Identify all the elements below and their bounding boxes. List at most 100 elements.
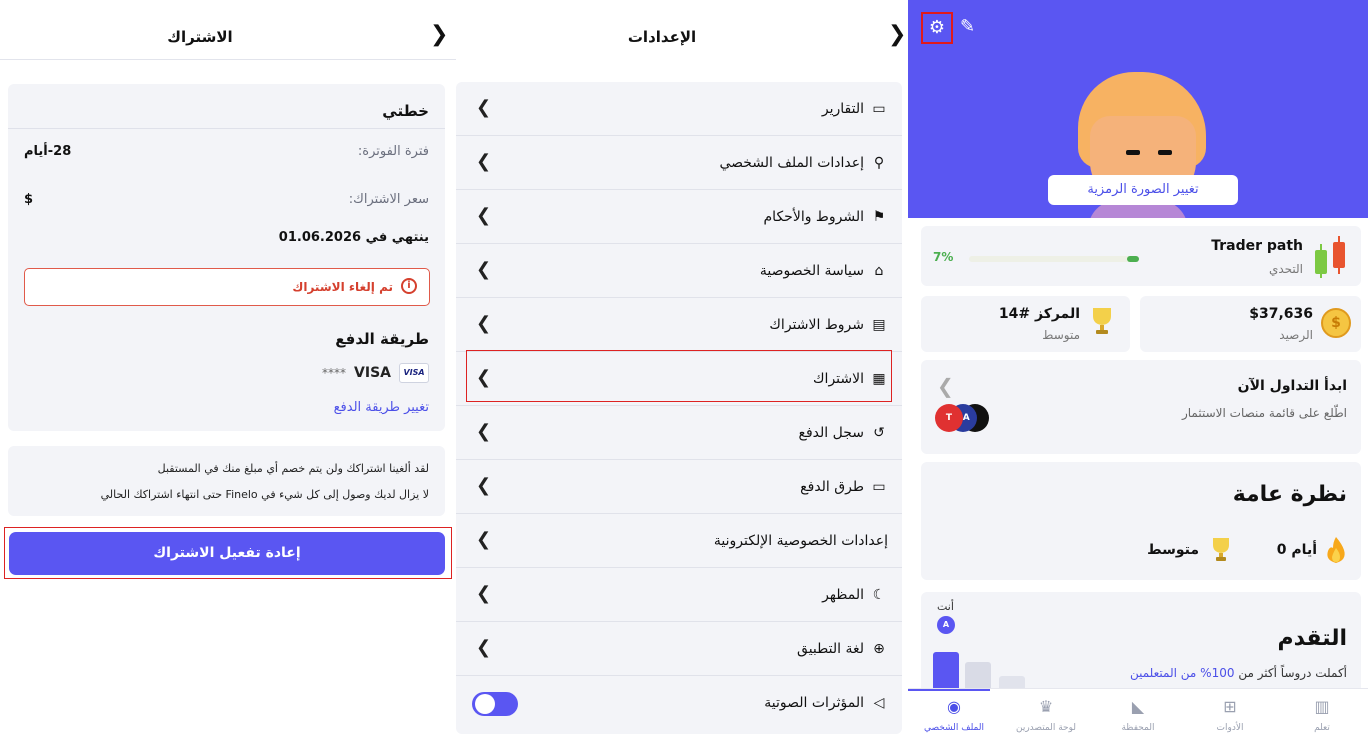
cancelled-banner: i تم إلغاء الاشتراك [24,268,430,306]
gear-icon[interactable]: ⚙ [921,12,953,44]
trophy-icon [1213,538,1229,561]
settings-item-language[interactable]: ⊕ لغة التطبيق ❮ [456,622,902,676]
trophy-icon: ♛ [1038,697,1054,716]
trader-progress-bar [969,256,1139,262]
nav-leaderboard[interactable]: ♛ لوحة المتصدرين [1000,697,1092,733]
chevron-left-icon: ❮ [937,374,954,398]
lock-icon: ⌂ [874,263,884,279]
nav-profile[interactable]: ◉ الملف الشخصي [908,697,1000,733]
cancel-notice: لقد ألغينا اشتراكك ولن يتم خصم أي مبلغ م… [8,446,445,516]
chevron-right-icon[interactable]: ❯ [888,22,906,47]
change-avatar-button[interactable]: تغيير الصورة الرمزية [1048,175,1238,205]
subscription-panel: الاشتراك ❯ خطتي فترة الفوترة: 28-أيام سع… [0,0,456,751]
chevron-left-icon: ❮ [476,475,492,496]
chart-icon: ◣ [1131,697,1145,716]
book-icon: ▥ [1314,697,1330,716]
settings-menu: ▭ التقارير ❮ ⚲ إعدادات الملف الشخصي ❮ ⚑ … [456,82,902,734]
chevron-left-icon: ❮ [476,637,492,658]
profile-panel: ⚙ ✎ تغيير الصورة الرمزية Trader path الت… [908,0,1368,751]
settings-item-label: إعدادات الخصوصية الإلكترونية [713,533,888,549]
settings-item-subscription-terms[interactable]: ▤ شروط الاشتراك ❮ [456,298,902,352]
nav-portfolio[interactable]: ◣ المحفظة [1092,697,1184,733]
price-label: سعر الاشتراك: [348,192,429,207]
progress-text-main: أكملت دروساً أكثر من [1238,666,1347,680]
trade-subtitle: اطّلع على قائمة منصات الاستثمار [1181,406,1347,420]
start-trading-card[interactable]: ابدأ التداول الآن اطّلع على قائمة منصات … [921,360,1361,454]
rank-value: المركز #14 [998,306,1080,322]
card-brand: VISA [354,365,391,381]
settings-item-privacy[interactable]: ⌂ سياسة الخصوصية ❮ [456,244,902,298]
sound-toggle[interactable] [472,692,518,716]
avatar-eye [1126,150,1140,155]
platform-logos: SA T [935,404,989,432]
progress-text: أكملت دروساً أكثر من 100% من المتعلمين [1130,666,1347,680]
avatar: A [937,616,955,634]
billing-label: فترة الفوترة: [357,144,429,159]
settings-item-appearance[interactable]: ☾ المظهر ❮ [456,568,902,622]
nav-label: الأدوات [1216,723,1244,733]
notice-line-1: لقد ألغينا اشتراكك ولن يتم خصم أي مبلغ م… [157,462,429,475]
moon-icon: ☾ [872,587,886,603]
coin-icon: $ [1321,308,1351,338]
profile-icon: ◉ [947,697,961,716]
subscription-header: الاشتراك ❯ [0,0,456,60]
settings-item-terms[interactable]: ⚑ الشروط والأحكام ❮ [456,190,902,244]
settings-item-payment-methods[interactable]: ▭ طرق الدفع ❮ [456,460,902,514]
bottom-nav: ◉ الملف الشخصي ♛ لوحة المتصدرين ◣ المحفظ… [908,688,1368,751]
nav-label: الملف الشخصي [924,723,984,733]
settings-header: الإعدادات ❯ [456,0,908,70]
user-search-icon: ⚲ [873,155,885,171]
progress-card: أنت A التقدم أكملت دروساً أكثر من 100% م… [921,592,1361,702]
settings-item-reports[interactable]: ▭ التقارير ❮ [456,82,902,136]
chevron-left-icon: ❮ [476,529,492,550]
reactivate-button[interactable]: إعادة تفعيل الاشتراك [9,532,445,575]
pencil-icon[interactable]: ✎ [960,16,975,37]
plan-heading: خطتي [382,102,429,120]
globe-icon: ⊕ [873,641,885,657]
chevron-left-icon: ❮ [476,259,492,280]
nav-label: لوحة المتصدرين [1015,723,1077,733]
credit-card-icon: ▭ [872,479,886,495]
chevron-left-icon: ❮ [476,421,492,442]
highlight-frame [466,350,892,402]
trader-path-card[interactable]: Trader path التحدي 7% [921,226,1361,286]
chevron-left-icon: ❮ [476,151,492,172]
settings-item-eprivacy[interactable]: إعدادات الخصوصية الإلكترونية ❮ [456,514,902,568]
nav-learn[interactable]: ▥ تعلم [1276,697,1368,733]
nav-label: تعلم [1314,723,1330,733]
card-masked: **** [322,366,347,380]
settings-item-label: المظهر [822,587,864,603]
trophy-icon [1093,308,1111,334]
change-payment-link[interactable]: تغيير طريقة الدفع [334,400,429,415]
tesla-logo-icon: T [935,404,963,432]
settings-item-label: شروط الاشتراك [769,317,864,333]
streak-days: 0 أيام [1276,542,1317,558]
balance-card[interactable]: $ $37,636 الرصيد [1140,296,1361,352]
trader-progress-fill [1127,256,1139,262]
divider [8,128,445,129]
folder-icon: ▭ [872,101,886,117]
profile-hero: ⚙ ✎ تغيير الصورة الرمزية [908,0,1368,218]
avatar-eye [1158,150,1172,155]
billing-value: 28-أيام [24,144,72,159]
candles-icon [1315,236,1345,278]
notice-line-2: لا يزال لديك وصول إلى كل شيء في Finelo ح… [100,488,429,501]
challenge-label: التحدي [1268,262,1303,276]
nav-tools[interactable]: ⊞ الأدوات [1184,697,1276,733]
flame-icon [1327,537,1345,563]
visa-icon: VISA [399,363,429,383]
settings-item-profile[interactable]: ⚲ إعدادات الملف الشخصي ❮ [456,136,902,190]
trade-title: ابدأ التداول الآن [1237,378,1347,394]
payment-card: VISA VISA **** [322,362,429,384]
tools-icon: ⊞ [1223,697,1237,716]
toggle-knob [475,694,495,714]
chevron-right-icon[interactable]: ❯ [430,22,448,47]
rank-label: متوسط [1042,328,1080,342]
settings-item-payment-history[interactable]: ↺ سجل الدفع ❮ [456,406,902,460]
trader-progress-text: 7% [933,250,954,264]
settings-item-label: التقارير [821,101,864,117]
document-icon: ▤ [872,317,886,333]
level-label: متوسط [1147,542,1199,558]
flag-icon: ⚑ [872,209,886,225]
rank-card[interactable]: المركز #14 متوسط [921,296,1130,352]
